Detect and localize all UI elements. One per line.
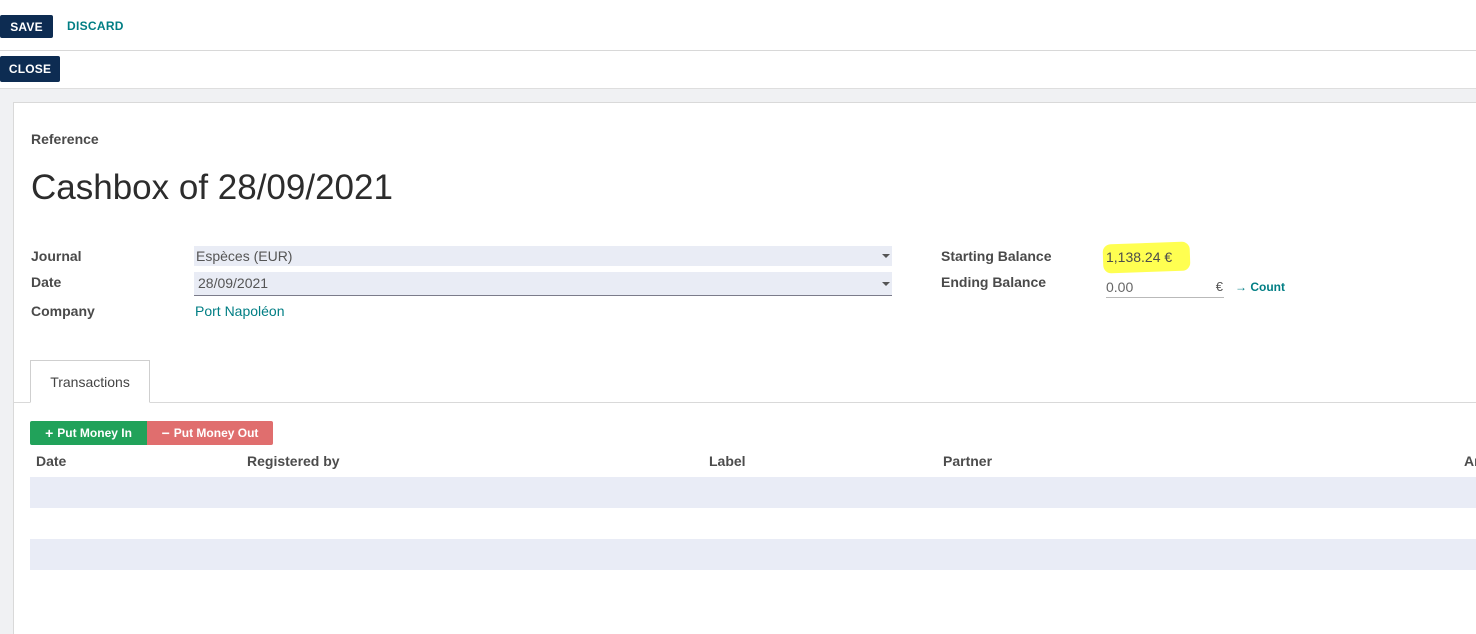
column-header-partner[interactable]: Partner xyxy=(943,453,992,469)
column-header-date[interactable]: Date xyxy=(36,453,66,469)
plus-icon: + xyxy=(45,425,54,441)
put-money-in-button[interactable]: + Put Money In xyxy=(30,421,147,445)
chevron-down-icon xyxy=(882,282,890,286)
date-value: 28/09/2021 xyxy=(198,275,269,291)
tab-transactions[interactable]: Transactions xyxy=(30,360,150,403)
reference-label: Reference xyxy=(31,131,99,147)
page-title: Cashbox of 28/09/2021 xyxy=(31,168,393,207)
table-row xyxy=(30,539,1476,570)
date-field[interactable]: 28/09/2021 xyxy=(194,272,892,296)
currency-symbol: € xyxy=(1215,279,1223,294)
close-button[interactable]: CLOSE xyxy=(0,56,60,82)
dialog-header-strip: CLOSE xyxy=(0,51,1476,89)
company-link[interactable]: Port Napoléon xyxy=(195,303,285,319)
save-button[interactable]: SAVE xyxy=(0,15,53,38)
put-money-out-label: Put Money Out xyxy=(173,426,259,440)
top-toolbar: SAVE DISCARD xyxy=(0,0,1476,51)
starting-balance-value: 1,138.24 € xyxy=(1106,249,1173,265)
column-header-label[interactable]: Label xyxy=(709,453,746,469)
journal-value: Espèces (EUR) xyxy=(196,248,293,264)
tab-divider xyxy=(13,402,1476,403)
date-label: Date xyxy=(31,274,62,290)
journal-select[interactable]: Espèces (EUR) xyxy=(194,246,892,266)
column-header-amount[interactable]: Ar xyxy=(1464,453,1476,469)
company-label: Company xyxy=(31,303,95,319)
put-money-in-label: Put Money In xyxy=(57,426,132,440)
minus-icon: − xyxy=(161,425,170,441)
column-header-registered-by[interactable]: Registered by xyxy=(247,453,340,469)
journal-label: Journal xyxy=(31,248,82,264)
chevron-down-icon xyxy=(882,254,890,258)
put-money-out-button[interactable]: − Put Money Out xyxy=(147,421,273,445)
discard-button[interactable]: DISCARD xyxy=(67,19,124,33)
table-row xyxy=(30,477,1476,508)
ending-balance-label: Ending Balance xyxy=(941,274,1047,290)
table-row xyxy=(30,508,1476,539)
starting-balance-label: Starting Balance xyxy=(941,248,1052,264)
count-button[interactable]: → Count xyxy=(1235,280,1285,294)
ending-balance-value: 0.00 xyxy=(1106,279,1134,295)
ending-balance-input[interactable]: 0.00 € xyxy=(1106,278,1224,298)
